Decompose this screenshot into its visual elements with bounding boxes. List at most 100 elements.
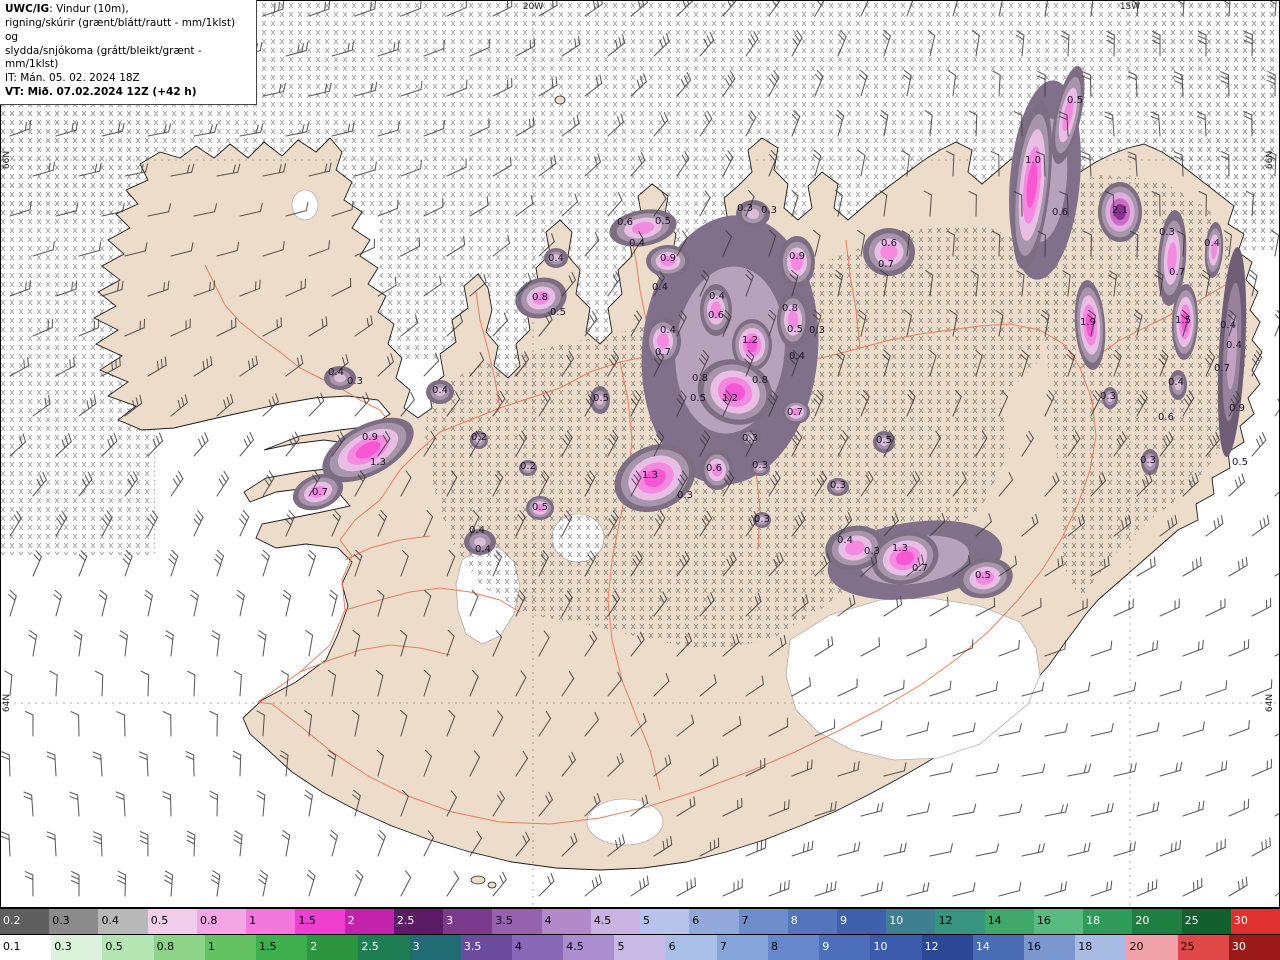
svg-text:0.4: 0.4	[548, 253, 564, 264]
svg-text:0.3: 0.3	[1100, 391, 1116, 402]
svg-text:0.5: 0.5	[655, 216, 671, 227]
colorbar-rain-segment: 20	[1126, 935, 1178, 960]
svg-text:1.3: 1.3	[370, 457, 386, 468]
svg-text:0.4: 0.4	[475, 544, 491, 555]
svg-text:0.8: 0.8	[532, 292, 548, 303]
svg-text:0.5: 0.5	[876, 435, 892, 446]
colorbar-sleet-segment: 3	[443, 909, 493, 934]
svg-text:0.9: 0.9	[660, 253, 676, 264]
svg-text:0.4: 0.4	[709, 291, 725, 302]
weather-forecast-map-app: 0.6 0.5 0.4 0.9 0.4 0.3 0.3 0.9 0.8 0.5 0.3 0.6 0.7 0…	[0, 0, 1280, 960]
svg-text:0.9: 0.9	[362, 432, 378, 443]
small-island	[554, 95, 566, 105]
svg-text:0.5: 0.5	[787, 324, 803, 335]
colorbar-rain-segment: 12	[921, 935, 973, 960]
title-line-1-text: : Vindur (10m),	[49, 3, 129, 15]
colorbar-sleet-segment: 3.5	[492, 909, 542, 934]
svg-text:15W: 15W	[1120, 2, 1140, 12]
colorbar-rain-segment: 0.3	[51, 935, 103, 960]
colorbar-rain-segment: 3.5	[460, 935, 513, 960]
svg-text:0.8: 0.8	[752, 375, 768, 386]
svg-text:0.3: 0.3	[742, 433, 758, 444]
svg-text:0.7: 0.7	[1169, 267, 1185, 278]
colorbar-sleet-segment: 10	[886, 909, 936, 934]
svg-text:1.0: 1.0	[1025, 155, 1041, 166]
colorbar-rain-row: 0.1 0.3 0.5 0.8 1 1.5 2 2.5 3 3.5 4 4.5 5 6 7 8 9 10 12 14 1…	[0, 934, 1280, 960]
svg-text:0.5: 0.5	[1232, 457, 1248, 468]
colorbar-rain-segment: 4.5	[563, 935, 615, 960]
map-title-box: UWC/IG: Vindur (10m), rigning/skúrir (gr…	[0, 0, 257, 106]
svg-text:0.5: 0.5	[532, 502, 548, 513]
svg-text:0.6: 0.6	[881, 238, 897, 249]
svg-text:0.4: 0.4	[1204, 238, 1220, 249]
svg-text:0.6: 0.6	[617, 217, 633, 228]
svg-text:0.8: 0.8	[692, 373, 708, 384]
title-line-1: UWC/IG: Vindur (10m),	[5, 3, 251, 17]
svg-text:0.9: 0.9	[1229, 403, 1245, 414]
colorbar-rain-segment: 30	[1228, 935, 1280, 960]
legend-colorbars: 0.2 0.3 0.4 0.5 0.8 1 1.5 2 2.5 3 3.5 4 4.5 5 6 7 8 9 10 12…	[0, 908, 1280, 960]
svg-text:0.6: 0.6	[1158, 412, 1174, 423]
colorbar-sleet-segment: 30	[1230, 909, 1280, 934]
svg-text:0.3: 0.3	[737, 203, 753, 214]
colorbar-rain-segment: 0.8	[153, 935, 205, 960]
svg-text:0.6: 0.6	[706, 463, 722, 474]
small-island	[470, 875, 486, 885]
svg-text:1.2: 1.2	[742, 335, 758, 346]
colorbar-sleet-row: 0.2 0.3 0.4 0.5 0.8 1 1.5 2 2.5 3 3.5 4 4.5 5 6 7 8 9 10 12…	[0, 908, 1280, 934]
svg-text:0.3: 0.3	[752, 460, 768, 471]
svg-text:1.2: 1.2	[722, 393, 738, 404]
svg-text:0.4: 0.4	[789, 351, 805, 362]
svg-text:2.1: 2.1	[1112, 205, 1128, 216]
colorbar-sleet-segment: 5	[640, 909, 690, 934]
svg-text:0.7: 0.7	[655, 347, 671, 358]
colorbar-sleet-segment: 25	[1181, 909, 1231, 934]
colorbar-rain-segment: 18	[1075, 935, 1127, 960]
colorbar-sleet-segment: 12	[935, 909, 985, 934]
colorbar-rain-segment: 16	[1024, 935, 1076, 960]
colorbar-rain-segment: 9	[819, 935, 871, 960]
colorbar-rain-segment: 0.5	[102, 935, 154, 960]
colorbar-sleet-segment: 6	[689, 909, 739, 934]
colorbar-sleet-segment: 9	[836, 909, 887, 934]
svg-text:0.4: 0.4	[652, 282, 668, 293]
svg-text:0.7: 0.7	[312, 487, 328, 498]
svg-text:66N: 66N	[2, 151, 12, 169]
svg-text:0.3: 0.3	[677, 490, 693, 501]
colorbar-rain-segment: 5	[614, 935, 666, 960]
svg-text:1.9: 1.9	[1080, 317, 1096, 328]
colorbar-sleet-segment: 16	[1033, 909, 1084, 934]
svg-text:0.3: 0.3	[761, 205, 777, 216]
colorbar-rain-segment: 1	[204, 935, 257, 960]
svg-text:0.3: 0.3	[809, 325, 825, 336]
svg-text:0.4: 0.4	[1168, 377, 1184, 388]
svg-text:0.5: 0.5	[975, 570, 991, 581]
title-line-3: slydda/snjókoma (grátt/bleikt/grænt - mm…	[5, 44, 202, 71]
svg-text:1.3: 1.3	[642, 470, 658, 481]
svg-text:0.5: 0.5	[593, 393, 609, 404]
svg-text:0.4: 0.4	[837, 535, 853, 546]
colorbar-sleet-segment: 20	[1132, 909, 1182, 934]
colorbar-rain-segment: 3	[409, 935, 461, 960]
colorbar-sleet-segment: 2.5	[393, 909, 444, 934]
colorbar-sleet-segment: 0.2	[0, 909, 50, 934]
svg-text:0.5: 0.5	[550, 307, 566, 318]
svg-text:1.5: 1.5	[1175, 315, 1191, 326]
valid-time: VT: Mið. 07.02.2024 12Z (+42 h)	[5, 86, 197, 99]
colorbar-sleet-segment: 2	[344, 909, 394, 934]
colorbar-sleet-segment: 8	[787, 909, 837, 934]
colorbar-sleet-segment: 4.5	[590, 909, 641, 934]
svg-text:0.4: 0.4	[629, 238, 645, 249]
svg-text:0.4: 0.4	[469, 525, 485, 536]
small-island	[487, 881, 497, 889]
colorbar-rain-segment: 2	[307, 935, 359, 960]
colorbar-rain-segment: 0.1	[0, 935, 52, 960]
svg-text:0.3: 0.3	[1159, 227, 1175, 238]
colorbar-sleet-segment: 1	[246, 909, 296, 934]
svg-text:0.3: 0.3	[864, 546, 880, 557]
colorbar-rain-segment: 7	[716, 935, 769, 960]
svg-text:0.7: 0.7	[787, 407, 803, 418]
svg-text:0.4: 0.4	[660, 325, 676, 336]
svg-text:0.3: 0.3	[754, 514, 770, 525]
title-line-2: rigning/skúrir (grænt/blátt/rautt - mm/1…	[5, 16, 236, 43]
